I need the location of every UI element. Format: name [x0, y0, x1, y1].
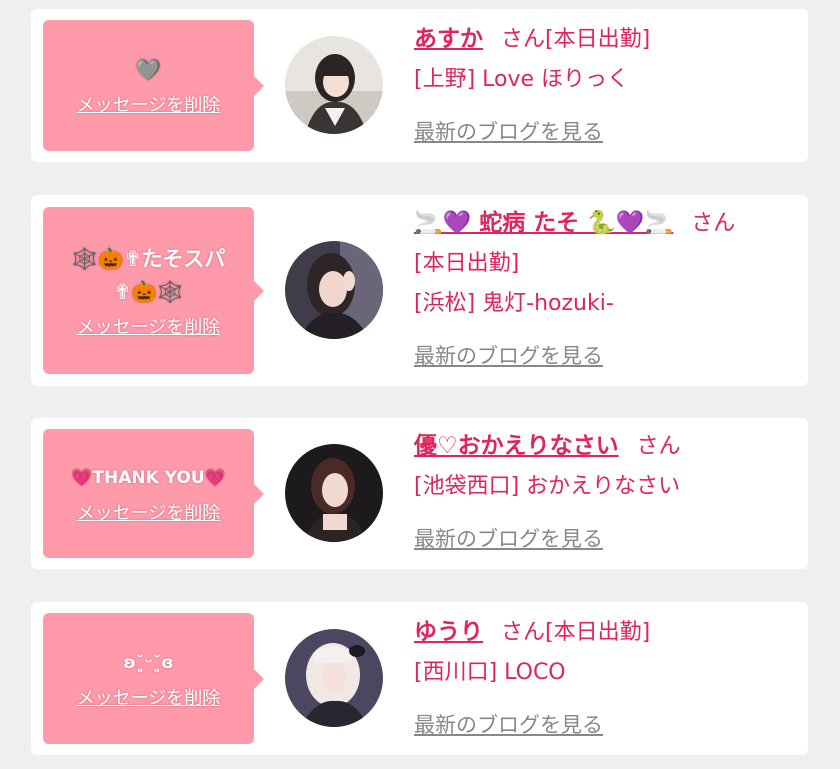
avatar-photo-icon [285, 241, 383, 339]
profile-info: ゆうり さん[本日出勤] [西川口] LOCO 最新のブログを見る [414, 612, 798, 746]
avatar-photo-icon [285, 36, 383, 134]
profile-info: 🚬💜 蛇病 たそ 🐍💜🚬 さん [本日出勤] [浜松] 鬼灯-hozuki- 最新… [414, 203, 798, 377]
message-card: 💗THANK YOU💗 メッセージを削除 優♡おかえりなさい さん [池袋西口] … [31, 418, 808, 569]
cast-name-link[interactable]: 🚬💜 蛇病 たそ 🐍💜🚬 [414, 210, 673, 236]
status-badge: [本日出勤] [414, 251, 520, 276]
store-label: [西川口] LOCO [414, 660, 566, 685]
message-text: 🩶 [135, 58, 162, 82]
avatar[interactable] [285, 629, 383, 727]
honorific: さん [636, 434, 681, 459]
latest-blog-link[interactable]: 最新のブログを見る [414, 527, 603, 551]
message-text: ʚ˘͈ᵕ˘͈ɞ [123, 653, 174, 673]
profile-info: 優♡おかえりなさい さん [池袋西口] おかえりなさい 最新のブログを見る [414, 426, 798, 560]
honorific: さん [501, 27, 546, 52]
delete-message-link[interactable]: メッセージを削除 [77, 499, 221, 525]
avatar-photo-icon [285, 444, 383, 542]
status-badge: [本日出勤] [545, 27, 651, 52]
cast-name-link[interactable]: 優♡おかえりなさい [414, 433, 619, 459]
message-bubble: 🩶 メッセージを削除 [43, 20, 264, 151]
message-card: 🩶 メッセージを削除 あすか さん[本日出勤] [上野] Love ほりっく 最新… [31, 9, 808, 162]
delete-message-link[interactable]: メッセージを削除 [77, 313, 221, 339]
honorific: さん [501, 620, 546, 645]
message-card: 🕸️🎃✟たそスパ✟🎃🕸️ メッセージを削除 🚬💜 蛇病 たそ 🐍💜🚬 さん [本日… [31, 195, 808, 386]
cast-name-link[interactable]: あすか [414, 26, 483, 52]
delete-message-link[interactable]: メッセージを削除 [77, 91, 221, 117]
message-bubble: 💗THANK YOU💗 メッセージを削除 [43, 429, 264, 558]
honorific: さん [691, 211, 736, 236]
avatar-photo-icon [285, 629, 383, 727]
status-badge: [本日出勤] [545, 620, 651, 645]
latest-blog-link[interactable]: 最新のブログを見る [414, 713, 603, 737]
avatar[interactable] [285, 36, 383, 134]
store-label: [浜松] 鬼灯-hozuki- [414, 291, 614, 316]
message-text: 💗THANK YOU💗 [71, 468, 226, 488]
avatar[interactable] [285, 444, 383, 542]
cast-name-link[interactable]: ゆうり [414, 619, 483, 645]
message-text: 🕸️🎃✟たそスパ✟🎃🕸️ [71, 246, 226, 304]
profile-info: あすか さん[本日出勤] [上野] Love ほりっく 最新のブログを見る [414, 19, 798, 153]
message-card: ʚ˘͈ᵕ˘͈ɞ メッセージを削除 ゆうり さん[本日出勤] [西川口] LOCO … [31, 602, 808, 755]
delete-message-link[interactable]: メッセージを削除 [77, 684, 221, 710]
store-label: [池袋西口] おかえりなさい [414, 474, 681, 499]
latest-blog-link[interactable]: 最新のブログを見る [414, 120, 603, 144]
store-label: [上野] Love ほりっく [414, 67, 630, 92]
message-bubble: ʚ˘͈ᵕ˘͈ɞ メッセージを削除 [43, 613, 264, 744]
message-bubble: 🕸️🎃✟たそスパ✟🎃🕸️ メッセージを削除 [43, 207, 264, 374]
latest-blog-link[interactable]: 最新のブログを見る [414, 344, 603, 368]
avatar[interactable] [285, 241, 383, 339]
